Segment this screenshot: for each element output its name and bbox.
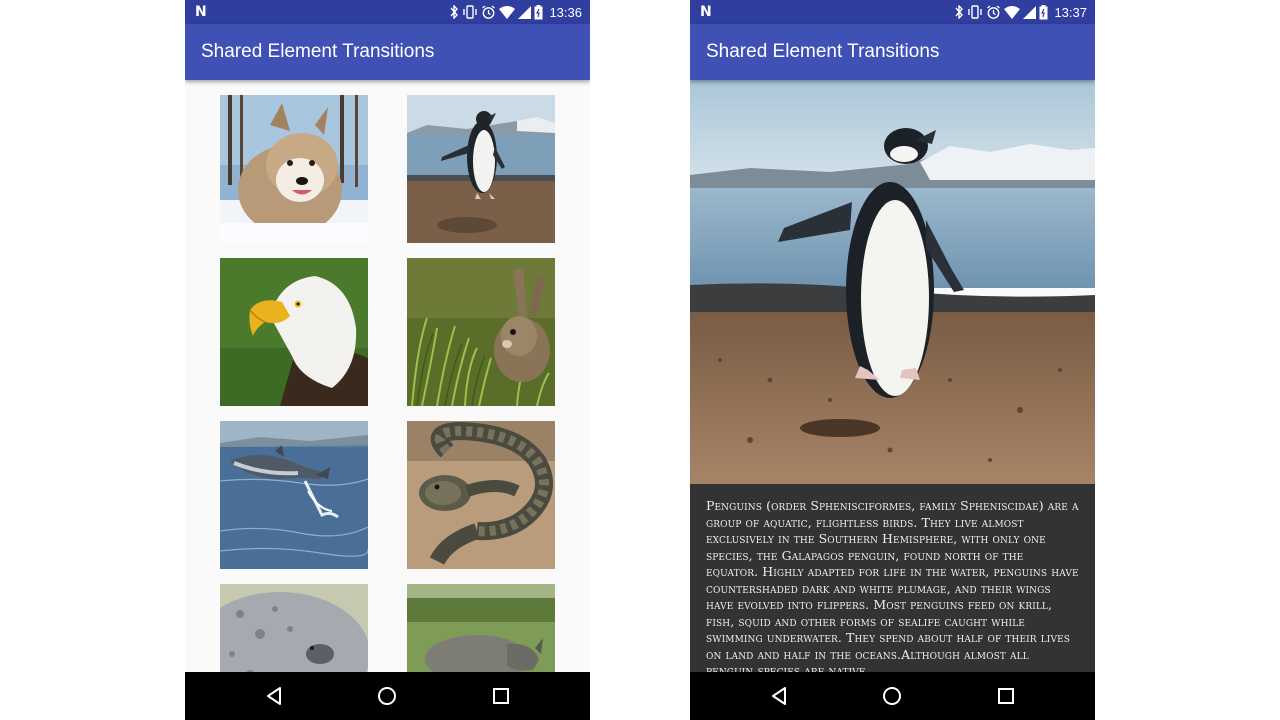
husky-dog-image (220, 95, 368, 243)
app-title: Shared Element Transitions (706, 41, 940, 62)
signal-icon (518, 5, 532, 19)
animal-grid[interactable] (185, 80, 590, 672)
back-icon[interactable] (260, 682, 288, 710)
notification-n-icon: N (195, 4, 207, 20)
status-icons: 13:36 (449, 0, 582, 24)
wifi-icon (1004, 5, 1021, 19)
grid-screen: N 13:36 Shared Element Transitions (185, 0, 590, 720)
navigation-bar (185, 672, 590, 720)
detail-screen: N 13:37 Shared Element Transitions Pengu… (690, 0, 1095, 720)
description-panel: Penguins (order Sphenisciformes, family … (690, 484, 1095, 672)
notification-n-icon: N (700, 4, 712, 20)
penguin-image (690, 80, 1095, 484)
recents-icon[interactable] (487, 682, 515, 710)
grid-item-snake[interactable] (407, 421, 555, 569)
status-bar: N 13:37 (690, 0, 1095, 24)
grid-item-dolphin[interactable] (220, 421, 368, 569)
vibrate-icon (462, 5, 478, 19)
navigation-bar (690, 672, 1095, 720)
bluetooth-icon (954, 5, 964, 19)
grid-item-rabbit[interactable] (407, 258, 555, 406)
vibrate-icon (967, 5, 983, 19)
alarm-icon (986, 4, 1001, 20)
app-title: Shared Element Transitions (201, 41, 435, 62)
bald-eagle-image (220, 258, 368, 406)
battery-icon (534, 4, 543, 20)
grid-item-seal[interactable] (220, 584, 368, 672)
app-bar: Shared Element Transitions (185, 24, 590, 80)
home-icon[interactable] (373, 682, 401, 710)
recents-icon[interactable] (992, 682, 1020, 710)
signal-icon (1023, 5, 1037, 19)
animal-description: Penguins (order Sphenisciformes, family … (706, 498, 1079, 672)
wifi-icon (499, 5, 516, 19)
rabbit-image (407, 258, 555, 406)
status-bar: N 13:36 (185, 0, 590, 24)
grid-item-bald-eagle[interactable] (220, 258, 368, 406)
seal-image (220, 584, 368, 672)
dolphin-image (220, 421, 368, 569)
snake-image (407, 421, 555, 569)
status-time: 13:36 (549, 4, 582, 20)
grid-item-penguin[interactable] (407, 95, 555, 243)
battery-icon (1039, 4, 1048, 20)
home-icon[interactable] (878, 682, 906, 710)
grid-item-husky-dog[interactable] (220, 95, 368, 243)
bluetooth-icon (449, 5, 459, 19)
penguin-image (407, 95, 555, 243)
back-icon[interactable] (765, 682, 793, 710)
hero-image-penguin (690, 80, 1095, 484)
alarm-icon (481, 4, 496, 20)
app-bar: Shared Element Transitions (690, 24, 1095, 80)
rhinoceros-image (407, 584, 555, 672)
grid-item-rhinoceros[interactable] (407, 584, 555, 672)
status-time: 13:37 (1054, 4, 1087, 20)
status-icons: 13:37 (954, 0, 1087, 24)
